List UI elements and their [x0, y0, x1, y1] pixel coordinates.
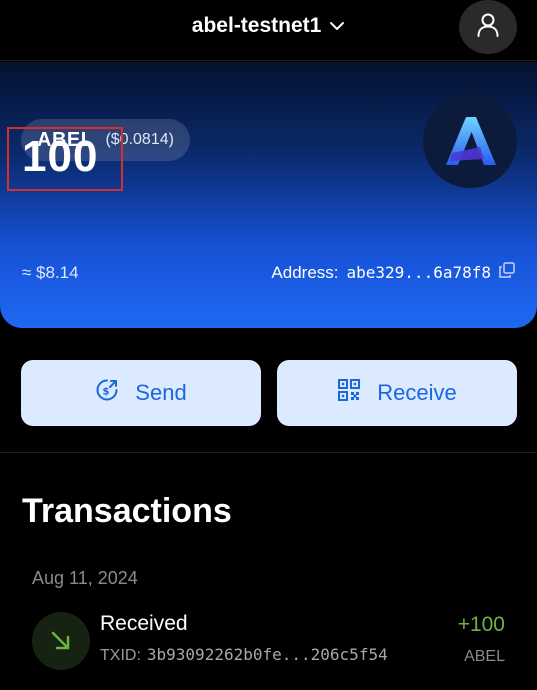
address-value: abe329...6a78f8: [346, 263, 492, 282]
copy-icon[interactable]: [499, 262, 515, 283]
receive-label: Receive: [377, 380, 457, 405]
transaction-id: TXID: 3b93092262b0fe...206c5f54: [100, 645, 388, 665]
send-button[interactable]: $ Send: [21, 360, 261, 426]
arrow-down-right-icon: [32, 612, 90, 670]
top-bar: abel-testnet1: [0, 0, 537, 60]
section-divider: [0, 452, 537, 453]
transactions-heading: Transactions: [22, 492, 232, 530]
qr-code-icon: [337, 378, 361, 408]
address-label: Address:: [271, 262, 339, 282]
account-button[interactable]: [459, 0, 517, 54]
network-name: abel-testnet1: [191, 14, 322, 37]
balance-highlight-box: [7, 127, 123, 191]
transaction-date-header: Aug 11, 2024: [32, 568, 138, 588]
txid-label: TXID:: [100, 647, 141, 664]
svg-text:$: $: [103, 387, 110, 398]
wallet-address[interactable]: Address: abe329...6a78f8: [271, 262, 515, 283]
abel-logo-icon: [423, 94, 517, 188]
header-divider: [0, 60, 537, 61]
fiat-value: ≈ $8.14: [22, 263, 79, 282]
transaction-amount: +100: [457, 613, 505, 636]
balance-card: ABEL ($0.0814) ≈ $8.14 Address: abe329..…: [0, 62, 537, 328]
txid-value: 3b93092262b0fe...206c5f54: [146, 645, 388, 664]
transaction-unit: ABEL: [464, 648, 505, 665]
user-icon: [475, 12, 501, 43]
transaction-row[interactable]: Received TXID: 3b93092262b0fe...206c5f54…: [0, 604, 537, 690]
send-icon: $: [95, 378, 119, 408]
receive-button[interactable]: Receive: [277, 360, 517, 426]
send-label: Send: [135, 380, 187, 405]
network-selector[interactable]: abel-testnet1: [0, 14, 537, 38]
chevron-down-icon: [329, 14, 345, 38]
transaction-type: Received: [100, 612, 188, 635]
